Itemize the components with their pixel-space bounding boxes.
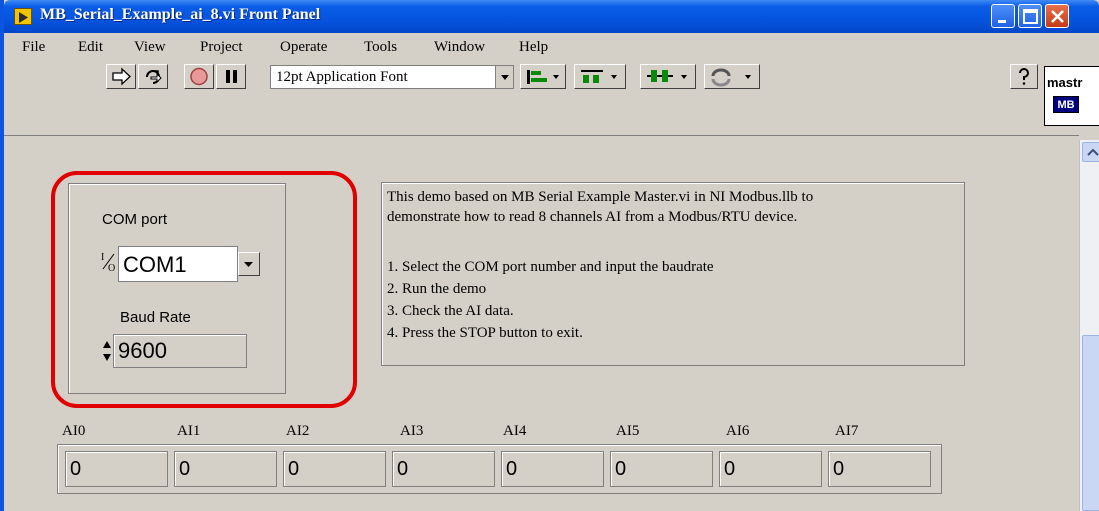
abort-icon[interactable] xyxy=(184,64,214,89)
chevron-down-icon[interactable] xyxy=(238,252,260,276)
svg-text:I: I xyxy=(101,252,104,263)
com-port-ring[interactable]: IO COM1 xyxy=(100,244,276,282)
ai5-label: AI5 xyxy=(616,423,640,439)
mb-badge: MB xyxy=(1053,96,1079,113)
align-icon[interactable] xyxy=(520,64,566,89)
scroll-up-icon[interactable] xyxy=(1082,142,1099,162)
menu-edit[interactable]: Edit xyxy=(78,39,103,56)
vertical-scrollbar[interactable] xyxy=(1079,140,1099,511)
baud-rate-label: Baud Rate xyxy=(120,309,191,326)
ai1-label: AI1 xyxy=(177,423,201,439)
ai3-label: AI3 xyxy=(400,423,424,439)
ai0-indicator: 0 xyxy=(65,451,168,487)
distribute-icon[interactable] xyxy=(574,64,626,89)
com-port-field[interactable]: COM1 xyxy=(118,246,238,282)
ai4-label: AI4 xyxy=(503,423,527,439)
ai2-label: AI2 xyxy=(286,423,310,439)
menu-window[interactable]: Window xyxy=(434,39,485,56)
ai2-indicator: 0 xyxy=(283,451,386,487)
description-line: This demo based on MB Serial Example Mas… xyxy=(387,189,814,205)
description-line: 2. Run the demo xyxy=(387,281,487,297)
scroll-thumb[interactable] xyxy=(1082,335,1099,511)
help-icon[interactable] xyxy=(1010,64,1038,89)
window-title: MB_Serial_Example_ai_8.vi Front Panel xyxy=(40,6,321,23)
maximize-button[interactable] xyxy=(1018,4,1042,28)
labview-front-panel-window: MB_Serial_Example_ai_8.vi Front Panel Fi… xyxy=(0,0,1099,511)
title-bar[interactable]: MB_Serial_Example_ai_8.vi Front Panel xyxy=(4,0,1099,33)
ai1-indicator: 0 xyxy=(174,451,277,487)
ai4-indicator: 0 xyxy=(501,451,604,487)
run-continuously-icon[interactable] xyxy=(138,64,168,89)
ai7-indicator: 0 xyxy=(828,451,931,487)
menu-project[interactable]: Project xyxy=(200,39,243,56)
menu-tools[interactable]: Tools xyxy=(364,39,397,56)
ai3-indicator: 0 xyxy=(392,451,495,487)
svg-text:O: O xyxy=(108,263,115,274)
menu-help[interactable]: Help xyxy=(519,39,548,56)
reorder-icon[interactable] xyxy=(704,64,760,89)
baud-rate-numeric[interactable]: 9600 xyxy=(101,334,249,368)
menu-file[interactable]: File xyxy=(22,39,45,56)
chevron-down-icon[interactable] xyxy=(495,66,513,88)
pause-icon[interactable] xyxy=(216,64,246,89)
description-line: demonstrate how to read 8 channels AI fr… xyxy=(387,209,798,225)
description-line: 4. Press the STOP button to exit. xyxy=(387,325,583,341)
description-box: This demo based on MB Serial Example Mas… xyxy=(381,182,965,366)
description-line: 3. Check the AI data. xyxy=(387,303,514,319)
menu-operate[interactable]: Operate xyxy=(280,39,327,56)
labview-vi-icon xyxy=(14,8,32,25)
ai5-indicator: 0 xyxy=(610,451,713,487)
font-select[interactable]: 12pt Application Font xyxy=(270,65,514,89)
ai0-label: AI0 xyxy=(62,423,86,439)
com-port-label: COM port xyxy=(102,211,168,228)
ai6-indicator: 0 xyxy=(719,451,822,487)
minimize-button[interactable] xyxy=(991,4,1015,28)
ai6-label: AI6 xyxy=(726,423,750,439)
run-arrow-icon[interactable] xyxy=(106,64,136,89)
description-line: 1. Select the COM port number and input … xyxy=(387,259,714,275)
vi-connector-pane[interactable]: mastr MB xyxy=(1044,66,1099,126)
menu-bar: File Edit View Project Operate Tools Win… xyxy=(4,33,1044,61)
ai7-label: AI7 xyxy=(835,423,859,439)
menu-view[interactable]: View xyxy=(134,39,166,56)
close-button[interactable] xyxy=(1045,4,1069,28)
toolbar: 12pt Application Font xyxy=(4,61,1044,92)
increment-decrement-icon[interactable] xyxy=(101,336,113,366)
baud-rate-field[interactable]: 9600 xyxy=(113,334,247,368)
io-icon: IO xyxy=(100,250,118,274)
resize-icon[interactable] xyxy=(640,64,696,89)
